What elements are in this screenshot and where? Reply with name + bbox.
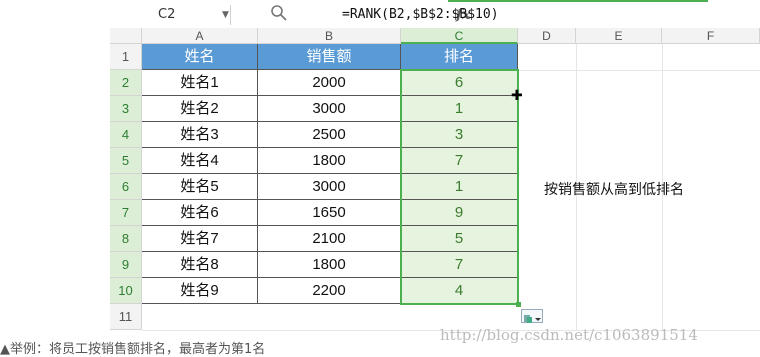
row-header-1[interactable]: 1 [110,44,142,70]
paste-options-icon[interactable] [521,309,543,323]
row-header-11[interactable]: 11 [110,304,142,330]
table-cell-rank[interactable]: 1 [401,174,518,200]
table-cell-name[interactable]: 姓名8 [142,252,258,278]
column-header-b[interactable]: B [258,28,401,44]
column-header-a[interactable]: A [142,28,258,44]
column-header-d[interactable]: D [518,28,576,44]
table-cell-rank[interactable]: 4 [401,278,518,304]
table-header-sales[interactable]: 销售额 [258,44,401,70]
column-header-f[interactable]: F [662,28,760,44]
table-cell-sales[interactable]: 2500 [258,122,401,148]
row-header-7[interactable]: 7 [110,200,142,226]
table-header-rank[interactable]: 排名 [401,44,518,70]
table-cell-name[interactable]: 姓名6 [142,200,258,226]
column-header-e[interactable]: E [576,28,662,44]
select-all-corner[interactable] [110,28,142,44]
row-header-9[interactable]: 9 [110,252,142,278]
table-cell-sales[interactable]: 1650 [258,200,401,226]
table-cell-name[interactable]: 姓名1 [142,70,258,96]
table-cell-rank[interactable]: 1 [401,96,518,122]
row-header-5[interactable]: 5 [110,148,142,174]
column-header-c[interactable]: C [401,28,518,44]
magnifier-icon[interactable] [270,4,288,26]
table-cell-sales[interactable]: 1800 [258,148,401,174]
table-cell-name[interactable]: 姓名7 [142,226,258,252]
table-cell-sales[interactable]: 2200 [258,278,401,304]
table-cell-rank[interactable]: 9 [401,200,518,226]
fill-handle[interactable] [516,302,521,307]
toolbar-accent-line [448,0,708,2]
table-cell-sales[interactable]: 2100 [258,226,401,252]
table-cell-sales[interactable]: 1800 [258,252,401,278]
table-cell-sales[interactable]: 3000 [258,174,401,200]
watermark: http://blog.csdn.net/c1063891514 [440,326,698,344]
row-header-2[interactable]: 2 [110,70,142,96]
figure-caption: ▲举例：将员工按销售额排名，最高者为第1名 [0,342,266,357]
dropdown-arrow-icon[interactable]: ▼ [222,5,229,25]
table-cell-sales[interactable]: 2000 [258,70,401,96]
table-cell-name[interactable]: 姓名3 [142,122,258,148]
spreadsheet-grid: A B C D E F 1 2 3 4 5 6 7 8 9 10 11 姓名 销… [110,28,760,344]
table-cell-name[interactable]: 姓名4 [142,148,258,174]
table-cell-name[interactable]: 姓名5 [142,174,258,200]
table-cell-sales[interactable]: 3000 [258,96,401,122]
row-header-10[interactable]: 10 [110,278,142,304]
formula-bar: C2 ▼ fx =RANK(B2,$B$2:$B$10) [110,0,760,29]
formula-input[interactable]: =RANK(B2,$B$2:$B$10) [342,5,499,25]
table-cell-rank[interactable]: 3 [401,122,518,148]
name-box[interactable]: C2 ▼ [110,5,231,25]
table-cell-rank[interactable]: 7 [401,252,518,278]
name-box-value: C2 [158,7,176,22]
row-header-4[interactable]: 4 [110,122,142,148]
table-cell-rank[interactable]: 7 [401,148,518,174]
row-header-6[interactable]: 6 [110,174,142,200]
annotation-text: 按销售额从高到低排名 [544,182,684,198]
table-cell-name[interactable]: 姓名2 [142,96,258,122]
row-header-3[interactable]: 3 [110,96,142,122]
table-cell-rank[interactable]: 5 [401,226,518,252]
table-cell-rank[interactable]: 6 [401,70,518,96]
row-header-8[interactable]: 8 [110,226,142,252]
crosshair-cursor-icon: ✚ [511,88,523,104]
table-cell-name[interactable]: 姓名9 [142,278,258,304]
table-header-name[interactable]: 姓名 [142,44,258,70]
